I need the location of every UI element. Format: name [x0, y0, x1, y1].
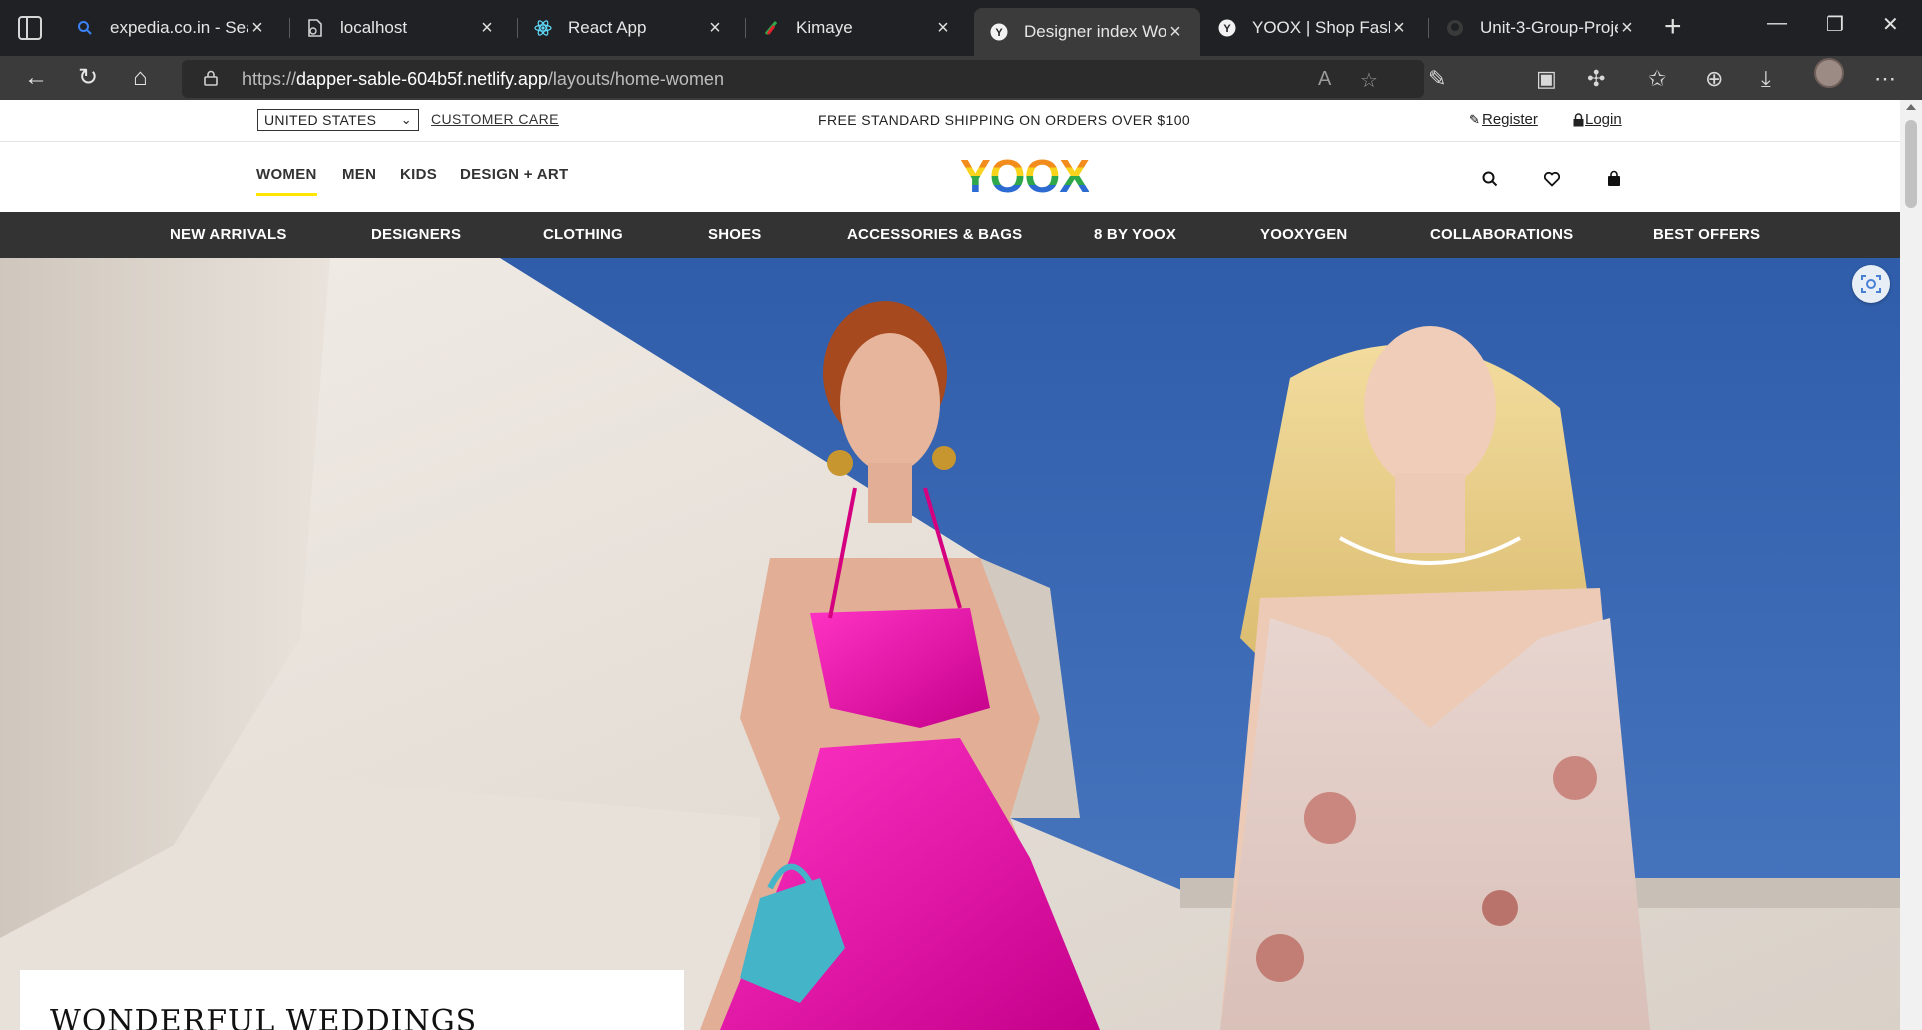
hero-banner[interactable]: WONDERFUL WEDDINGS	[0, 258, 1900, 1030]
nav-yooxygen[interactable]: YOOXYGEN	[1260, 226, 1347, 243]
promo-card[interactable]: WONDERFUL WEDDINGS	[20, 970, 684, 1030]
visual-search-button[interactable]	[1852, 265, 1890, 303]
tab-title: Kimaye	[796, 18, 853, 37]
url-scheme: https://	[242, 69, 297, 89]
tab-men[interactable]: MEN	[342, 166, 376, 183]
refresh-button[interactable]: ↻	[78, 66, 98, 90]
browser-tab-github[interactable]: Unit-3-Group-Project ×	[1430, 8, 1652, 48]
minimize-button[interactable]: —	[1767, 12, 1787, 35]
page-scrollbar[interactable]	[1900, 100, 1922, 1030]
more-menu-icon[interactable]: ⋯	[1874, 66, 1896, 92]
new-tab-button[interactable]: +	[1664, 12, 1682, 42]
add-favorite-icon[interactable]: ☆	[1360, 68, 1378, 93]
close-window-button[interactable]: ✕	[1882, 12, 1899, 37]
shopping-bag-icon[interactable]	[1605, 170, 1623, 188]
home-button[interactable]: ⌂	[133, 66, 148, 90]
nav-designers[interactable]: DESIGNERS	[371, 226, 461, 243]
downloads-icon[interactable]: ⤓	[1761, 66, 1771, 92]
url-field[interactable]: https://dapper-sable-604b5f.netlify.app/…	[182, 60, 1424, 98]
tab-divider	[1428, 18, 1429, 38]
svg-text:Y: Y	[1223, 23, 1231, 35]
read-aloud-icon[interactable]: A	[1318, 68, 1331, 91]
chevron-down-icon: ⌄	[400, 112, 412, 127]
customer-care-link[interactable]: CUSTOMER CARE	[431, 111, 559, 127]
url-host: dapper-sable-604b5f.netlify.app	[296, 69, 548, 89]
tab-title: YOOX | Shop Fashion	[1252, 18, 1390, 37]
tab-title: React App	[568, 18, 647, 37]
promo-title: WONDERFUL WEDDINGS	[50, 1004, 478, 1030]
yoox-logo[interactable]: YOOX	[960, 150, 1090, 202]
hero-image	[0, 258, 1900, 1030]
lock-icon	[1573, 113, 1584, 127]
address-bar: ← ↻ ⌂ https://dapper-sable-604b5f.netlif…	[0, 56, 1922, 100]
close-icon[interactable]: ×	[1390, 17, 1408, 40]
page-icon	[306, 19, 324, 37]
yoox-icon: Y	[1218, 19, 1236, 37]
kimaye-icon	[762, 19, 780, 37]
close-icon[interactable]: ×	[1618, 17, 1636, 40]
browser-tab-kimaye[interactable]: Kimaye ×	[746, 8, 968, 48]
nav-8-by-yoox[interactable]: 8 BY YOOX	[1094, 226, 1176, 243]
tab-title: expedia.co.in - Search	[110, 18, 248, 37]
tab-design-art[interactable]: DESIGN + ART	[460, 166, 568, 183]
close-icon[interactable]: ×	[478, 17, 496, 40]
logo-text: YOOX	[960, 150, 1090, 202]
scroll-up-icon[interactable]	[1906, 104, 1916, 110]
pencil-icon: ✎	[1469, 112, 1480, 127]
utility-bar: UNITED STATES ⌄ CUSTOMER CARE FREE STAND…	[0, 100, 1900, 142]
collections-icon[interactable]: ⊕	[1705, 66, 1723, 92]
browser-tab-react-app[interactable]: React App ×	[518, 8, 740, 48]
url-path: /layouts/home-women	[547, 69, 724, 89]
close-icon[interactable]: ×	[1166, 21, 1184, 44]
browser-tab-expedia[interactable]: expedia.co.in - Search ×	[60, 8, 282, 48]
register-link[interactable]: Register	[1482, 111, 1538, 128]
visual-search-icon	[1861, 275, 1881, 293]
search-icon[interactable]	[1481, 170, 1499, 188]
scrollbar-thumb[interactable]	[1905, 120, 1917, 208]
close-icon[interactable]: ×	[248, 17, 266, 40]
svg-text:Y: Y	[995, 27, 1003, 39]
nav-shoes[interactable]: SHOES	[708, 226, 762, 243]
browser-tab-localhost[interactable]: localhost ×	[290, 8, 512, 48]
tab-women[interactable]: WOMEN	[256, 166, 317, 196]
main-header: WOMEN MEN KIDS DESIGN + ART YOOX	[0, 142, 1900, 212]
tab-actions-icon[interactable]	[18, 16, 42, 40]
search-icon	[76, 19, 94, 37]
github-icon	[1446, 19, 1464, 37]
browser-tab-bar: expedia.co.in - Search × localhost × Rea…	[0, 0, 1922, 56]
nav-clothing[interactable]: CLOTHING	[543, 226, 623, 243]
yoox-icon: Y	[990, 23, 1008, 41]
react-icon	[534, 19, 552, 37]
login-link[interactable]: Login	[1585, 111, 1622, 128]
extension-pen-icon[interactable]: ✎	[1428, 66, 1446, 92]
close-icon[interactable]: ×	[934, 17, 952, 40]
heart-icon[interactable]	[1543, 170, 1561, 188]
country-select[interactable]: UNITED STATES ⌄	[257, 109, 419, 131]
close-icon[interactable]: ×	[706, 17, 724, 40]
restore-button[interactable]: ❐	[1826, 12, 1844, 37]
nav-best-offers[interactable]: BEST OFFERS	[1653, 226, 1760, 243]
nav-collaborations[interactable]: COLLABORATIONS	[1430, 226, 1573, 243]
nav-new-arrivals[interactable]: NEW ARRIVALS	[170, 226, 287, 243]
browser-tab-designer-index[interactable]: Y Designer index Wome ×	[974, 8, 1200, 56]
url-text: https://dapper-sable-604b5f.netlify.app/…	[242, 69, 724, 90]
nav-accessories-bags[interactable]: ACCESSORIES & BAGS	[847, 226, 1022, 243]
collections-stack-icon[interactable]: ▣	[1536, 66, 1557, 92]
tab-kids[interactable]: KIDS	[400, 166, 437, 183]
tab-title: localhost	[340, 18, 408, 37]
tab-title: Designer index Wome	[1024, 22, 1166, 41]
favorites-icon[interactable]: ✩	[1648, 66, 1666, 92]
back-button[interactable]: ←	[24, 66, 48, 90]
browser-tab-yoox-shop[interactable]: Y YOOX | Shop Fashion ×	[1202, 8, 1424, 48]
page-viewport: UNITED STATES ⌄ CUSTOMER CARE FREE STAND…	[0, 100, 1900, 1030]
category-nav: NEW ARRIVALS DESIGNERS CLOTHING SHOES AC…	[0, 212, 1900, 258]
country-select-value: UNITED STATES	[264, 112, 377, 128]
extensions-icon[interactable]: ✣	[1587, 66, 1605, 92]
tab-title: Unit-3-Group-Project	[1480, 18, 1618, 37]
lock-icon[interactable]	[204, 70, 218, 86]
shipping-message: FREE STANDARD SHIPPING ON ORDERS OVER $1…	[818, 112, 1191, 128]
profile-avatar[interactable]	[1814, 58, 1844, 88]
